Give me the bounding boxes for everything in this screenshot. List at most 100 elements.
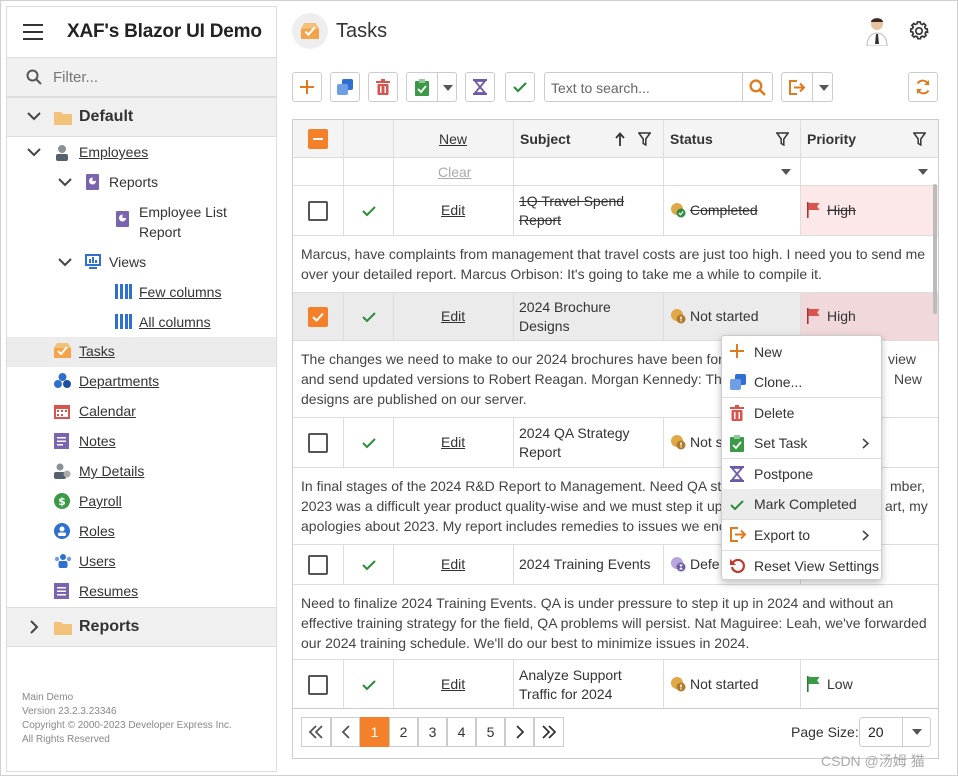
subject-filter-input[interactable]	[514, 158, 664, 185]
clone-button[interactable]	[330, 72, 360, 102]
nav-item-payroll[interactable]: $ Payroll	[7, 487, 276, 517]
new-button[interactable]	[292, 72, 322, 102]
caret-down-icon	[918, 169, 928, 175]
nav-item-my-details[interactable]: My Details	[7, 457, 276, 487]
new-link[interactable]: New	[439, 131, 467, 147]
page-button-3[interactable]: 3	[418, 717, 447, 747]
nav-item-employees[interactable]: Employees	[7, 138, 276, 168]
menu-item-label: New	[754, 344, 783, 360]
nav-group-reports[interactable]: Reports	[7, 607, 276, 647]
row-checkbox[interactable]	[308, 675, 328, 695]
header-priority[interactable]: Priority	[801, 120, 938, 157]
menu-item-clone[interactable]: Clone...	[722, 367, 881, 397]
nav-item-views[interactable]: Views	[7, 248, 276, 278]
set-task-dropdown[interactable]	[406, 72, 457, 102]
menu-item-export-to[interactable]: Export to	[722, 520, 881, 550]
status-check-cell	[344, 418, 394, 467]
sort-up-icon[interactable]	[615, 132, 625, 146]
table-row-selected[interactable]: Edit 2024 Brochure Designs Not started H…	[293, 293, 938, 341]
nav-item-few-columns[interactable]: Few columns	[7, 278, 276, 308]
menu-item-new[interactable]: New	[722, 337, 881, 367]
chevron-right-icon	[862, 438, 869, 449]
menu-item-delete[interactable]: Delete	[722, 398, 881, 428]
priority-filter-select[interactable]	[801, 158, 938, 185]
checkmark-icon[interactable]	[362, 311, 376, 323]
first-page-button[interactable]	[301, 717, 331, 747]
nav-filter-input[interactable]: Filter...	[7, 57, 276, 97]
page-size-label: Page Size:	[791, 724, 859, 740]
page-size-dropdown-button[interactable]	[902, 718, 930, 746]
menu-item-set-task[interactable]: Set Task	[722, 428, 881, 458]
filter-icon[interactable]	[638, 132, 651, 146]
page-button-2[interactable]: 2	[389, 717, 418, 747]
edit-link[interactable]: Edit	[441, 434, 465, 450]
trash-icon	[730, 405, 744, 421]
not-started-status-icon	[671, 309, 686, 324]
nav-item-reports[interactable]: Reports	[7, 168, 276, 198]
checkmark-icon[interactable]	[362, 559, 376, 571]
filter-icon[interactable]	[776, 132, 789, 146]
grid-scrollbar[interactable]	[933, 184, 937, 314]
edit-link[interactable]: Edit	[441, 556, 465, 572]
checkmark-icon[interactable]	[362, 679, 376, 691]
hamburger-menu-icon[interactable]	[23, 24, 43, 40]
checkmark-icon[interactable]	[362, 437, 376, 449]
status-filter-select[interactable]	[664, 158, 801, 185]
export-dropdown[interactable]	[781, 72, 833, 102]
subject-text: Report	[519, 212, 562, 228]
chevron-down-icon	[27, 148, 41, 157]
nav-item-all-columns[interactable]: All columns	[7, 308, 276, 338]
row-checkbox[interactable]	[308, 555, 328, 575]
nav-item-roles[interactable]: Roles	[7, 517, 276, 547]
menu-item-mark-completed[interactable]: Mark Completed	[722, 489, 881, 519]
checkmark-icon[interactable]	[362, 205, 376, 217]
trash-icon	[376, 79, 390, 95]
row-checkbox[interactable]	[308, 307, 328, 327]
clone-icon	[337, 79, 353, 95]
nav-group-default[interactable]: Default	[7, 97, 276, 137]
select-all-checkbox[interactable]	[308, 129, 328, 149]
filter-icon[interactable]	[913, 132, 926, 146]
search-button[interactable]	[742, 73, 772, 101]
last-page-button[interactable]	[534, 717, 564, 747]
select-all-cell	[293, 120, 344, 157]
table-row[interactable]: Edit 1Q Travel Spend Report Completed Hi…	[293, 186, 938, 236]
menu-item-postpone[interactable]: Postpone	[722, 459, 881, 489]
page-button-5[interactable]: 5	[476, 717, 505, 747]
edit-link[interactable]: Edit	[441, 202, 465, 218]
nav-item-employee-list-report[interactable]: Employee List Report	[7, 198, 276, 243]
page-button-1[interactable]: 1	[360, 717, 389, 747]
row-checkbox[interactable]	[308, 433, 328, 453]
delete-button[interactable]	[368, 72, 398, 102]
nav-item-resumes[interactable]: Resumes	[7, 577, 276, 607]
header-cell	[344, 120, 394, 157]
mark-completed-button[interactable]	[505, 72, 535, 102]
edit-link[interactable]: Edit	[441, 676, 465, 692]
menu-item-label: Postpone	[754, 466, 814, 482]
page-button-4[interactable]: 4	[447, 717, 476, 747]
next-page-button[interactable]	[505, 717, 534, 747]
edit-link[interactable]: Edit	[441, 308, 465, 324]
postpone-button[interactable]	[465, 72, 495, 102]
table-row[interactable]: Edit Analyze Support Traffic for 2024 No…	[293, 660, 938, 708]
nav-item-calendar[interactable]: Calendar	[7, 397, 276, 427]
search-input[interactable]: Text to search...	[544, 72, 773, 102]
preview-line-tail: view	[888, 351, 917, 367]
menu-item-reset-view-settings[interactable]: Reset View Settings	[722, 551, 881, 581]
clear-filter-link[interactable]: Clear	[438, 164, 471, 180]
views-icon	[85, 254, 101, 269]
page-size-select[interactable]: 20	[859, 717, 931, 747]
nav-item-users[interactable]: Users	[7, 547, 276, 577]
nav-item-tasks[interactable]: Tasks	[7, 337, 276, 367]
gear-icon[interactable]	[908, 20, 930, 42]
header-status[interactable]: Status	[664, 120, 801, 157]
refresh-button[interactable]	[908, 72, 938, 102]
nav-item-notes[interactable]: Notes	[7, 427, 276, 457]
header-subject[interactable]: Subject	[514, 120, 664, 157]
row-checkbox[interactable]	[308, 201, 328, 221]
nav-item-departments[interactable]: Departments	[7, 367, 276, 397]
prev-page-button[interactable]	[331, 717, 360, 747]
hourglass-icon	[473, 79, 487, 95]
row-preview: Marcus, have complaints from management …	[293, 236, 938, 293]
avatar[interactable]	[864, 16, 890, 46]
